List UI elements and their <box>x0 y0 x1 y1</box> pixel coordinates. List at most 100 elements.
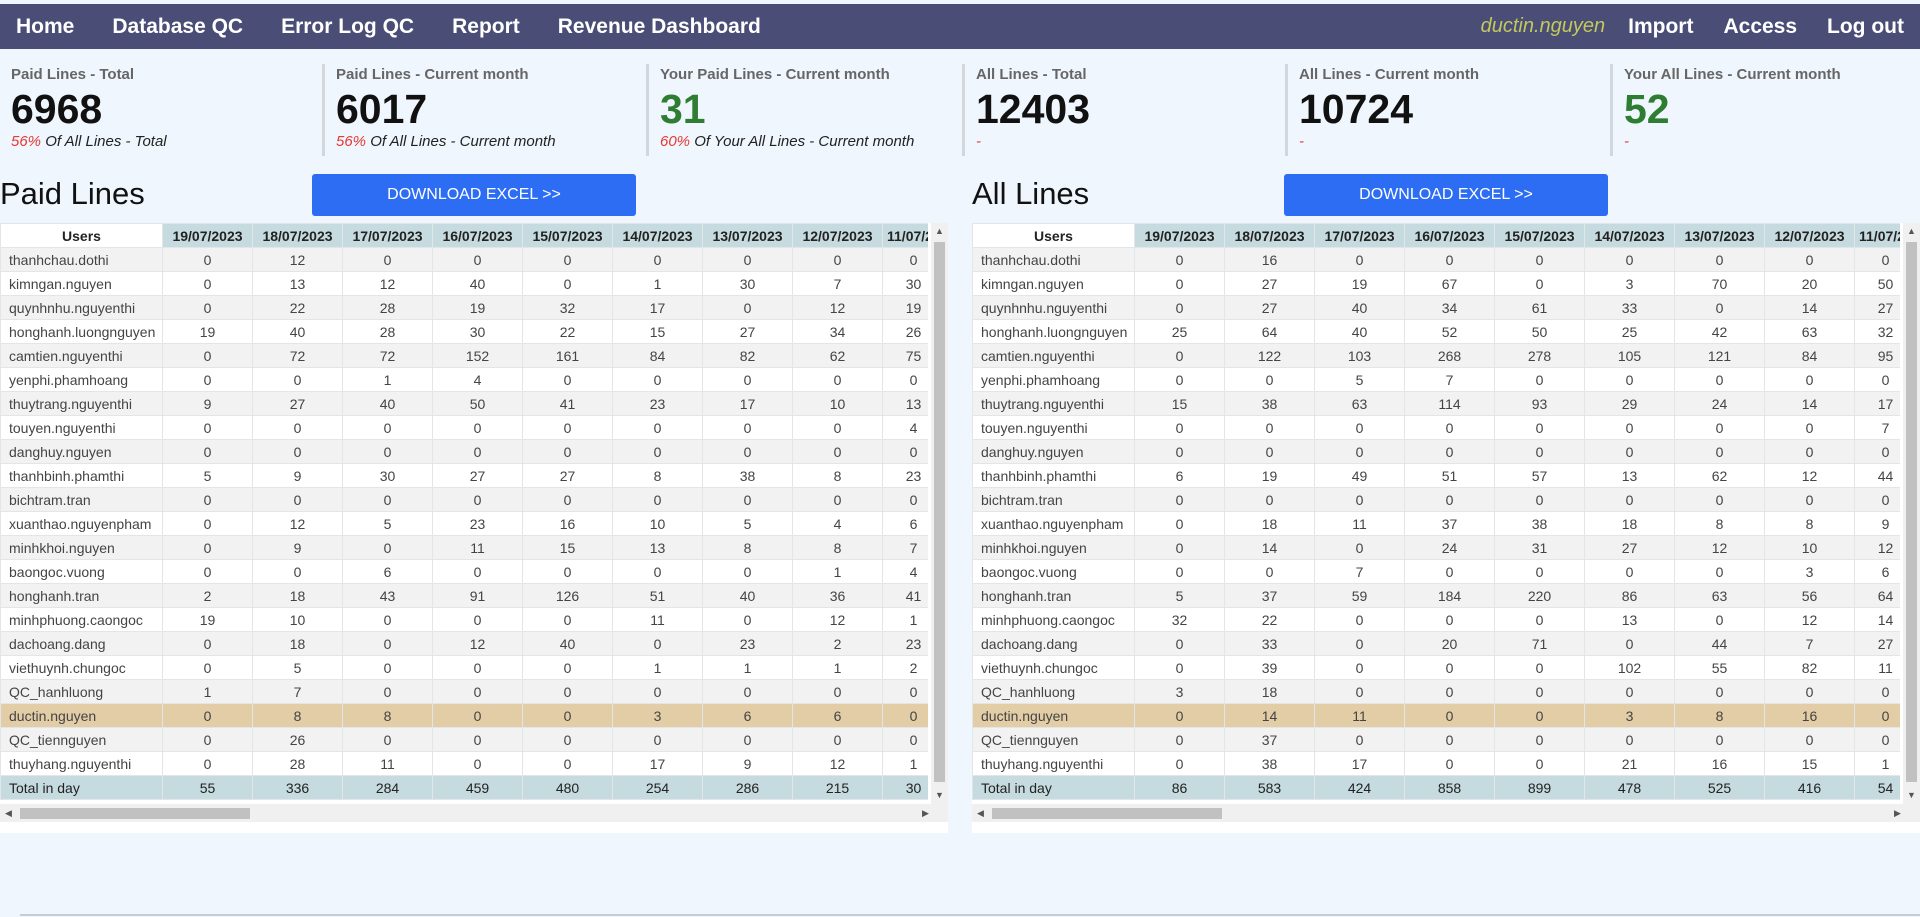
column-header-date[interactable]: 15/07/2023 <box>522 223 613 248</box>
table-row[interactable]: minhphuong.caongoc 32 22 0 0 0 13 0 12 14 <box>972 607 1900 632</box>
nav-report[interactable]: Report <box>452 15 520 39</box>
user-cell: yenphi.phamhoang <box>0 367 163 392</box>
nav-home[interactable]: Home <box>16 15 74 39</box>
column-header-date[interactable]: 16/07/2023 <box>432 223 523 248</box>
table-row[interactable]: thuyhang.nguyenthi 0 28 11 0 0 17 9 12 1 <box>0 751 928 776</box>
scroll-down-icon[interactable]: ▼ <box>1903 787 1920 804</box>
scroll-up-icon[interactable]: ▲ <box>1903 223 1920 240</box>
column-header-date[interactable]: 11/07/2023 <box>1854 223 1900 248</box>
table-row[interactable]: quynhnhu.nguyenthi 0 27 40 34 61 33 0 14 27 <box>972 295 1900 320</box>
scroll-up-icon[interactable]: ▲ <box>931 223 948 240</box>
column-header-date[interactable]: 14/07/2023 <box>612 223 703 248</box>
scroll-left-icon[interactable]: ◀ <box>972 804 989 822</box>
table-row[interactable]: honghanh.luongnguyen 25 64 40 52 50 25 42 63 32 <box>972 319 1900 344</box>
table-row[interactable]: honghanh.tran 2 18 43 91 126 51 40 36 41 <box>0 583 928 608</box>
nav-database-qc[interactable]: Database QC <box>112 15 243 39</box>
nav-access[interactable]: Access <box>1723 15 1797 39</box>
value-cell: 17 <box>702 391 793 416</box>
value-cell: 72 <box>342 343 433 368</box>
all-horizontal-scrollbar[interactable]: ◀ ▶ <box>972 804 1920 822</box>
nav-import[interactable]: Import <box>1628 15 1693 39</box>
table-row[interactable]: QC_hanhluong 3 18 0 0 0 0 0 0 0 <box>972 679 1900 704</box>
column-header-date[interactable]: 18/07/2023 <box>252 223 343 248</box>
column-header-users[interactable]: Users <box>972 223 1135 248</box>
table-row[interactable]: thanhchau.dothi 0 12 0 0 0 0 0 0 0 <box>0 247 928 272</box>
value-cell: 0 <box>432 703 523 728</box>
table-row[interactable]: yenphi.phamhoang 0 0 5 7 0 0 0 0 0 <box>972 367 1900 392</box>
value-cell: 0 <box>1494 271 1585 296</box>
table-row[interactable]: QC_tiennguyen 0 37 0 0 0 0 0 0 0 <box>972 727 1900 752</box>
column-header-date[interactable]: 12/07/2023 <box>792 223 883 248</box>
table-row[interactable]: kimngan.nguyen 0 27 19 67 0 3 70 20 50 <box>972 271 1900 296</box>
column-header-users[interactable]: Users <box>0 223 163 248</box>
table-row[interactable]: danghuy.nguyen 0 0 0 0 0 0 0 0 0 <box>972 439 1900 464</box>
paid-horizontal-scrollbar[interactable]: ◀ ▶ <box>0 804 948 822</box>
table-row[interactable]: QC_hanhluong 1 7 0 0 0 0 0 0 0 <box>0 679 928 704</box>
table-row[interactable]: baongoc.vuong 0 0 7 0 0 0 0 3 6 <box>972 559 1900 584</box>
table-row[interactable]: camtien.nguyenthi 0 72 72 152 161 84 82 62 75 <box>0 343 928 368</box>
table-row[interactable]: thanhbinh.phamthi 5 9 30 27 27 8 38 8 23 <box>0 463 928 488</box>
table-row[interactable]: thuytrang.nguyenthi 15 38 63 114 93 29 24 14 17 <box>972 391 1900 416</box>
scroll-thumb[interactable] <box>934 242 945 782</box>
table-row[interactable]: yenphi.phamhoang 0 0 1 4 0 0 0 0 0 <box>0 367 928 392</box>
table-row[interactable]: xuanthao.nguyenpham 0 18 11 37 38 18 8 8 9 <box>972 511 1900 536</box>
column-header-date[interactable]: 14/07/2023 <box>1584 223 1675 248</box>
table-row[interactable]: minhkhoi.nguyen 0 14 0 24 31 27 12 10 12 <box>972 535 1900 560</box>
table-row[interactable]: bichtram.tran 0 0 0 0 0 0 0 0 0 <box>972 487 1900 512</box>
nav-revenue-dashboard[interactable]: Revenue Dashboard <box>558 15 761 39</box>
table-row[interactable]: ductin.nguyen 0 14 11 0 0 3 8 16 0 <box>972 703 1900 728</box>
table-row[interactable]: honghanh.tran 5 37 59 184 220 86 63 56 64 <box>972 583 1900 608</box>
scroll-left-icon[interactable]: ◀ <box>0 804 17 822</box>
paid-download-excel-button[interactable]: DOWNLOAD EXCEL >> <box>312 174 636 216</box>
value-cell: 0 <box>432 439 523 464</box>
all-vertical-scrollbar[interactable]: ▲ ▼ <box>1903 223 1920 804</box>
scroll-thumb[interactable] <box>1906 242 1917 782</box>
nav-log-out[interactable]: Log out <box>1827 15 1904 39</box>
table-row[interactable]: dachoang.dang 0 33 0 20 71 0 44 7 27 <box>972 631 1900 656</box>
table-row[interactable]: thanhchau.dothi 0 16 0 0 0 0 0 0 0 <box>972 247 1900 272</box>
column-header-date[interactable]: 17/07/2023 <box>1314 223 1405 248</box>
nav-error-log-qc[interactable]: Error Log QC <box>281 15 414 39</box>
column-header-date[interactable]: 13/07/2023 <box>702 223 793 248</box>
table-row[interactable]: minhphuong.caongoc 19 10 0 0 0 11 0 12 1 <box>0 607 928 632</box>
table-row[interactable]: ductin.nguyen 0 8 8 0 0 3 6 6 0 <box>0 703 928 728</box>
column-header-date[interactable]: 19/07/2023 <box>1134 223 1225 248</box>
table-row[interactable]: dachoang.dang 0 18 0 12 40 0 23 2 23 <box>0 631 928 656</box>
table-row[interactable]: thuyhang.nguyenthi 0 38 17 0 0 21 16 15 1 <box>972 751 1900 776</box>
scroll-down-icon[interactable]: ▼ <box>931 787 948 804</box>
scroll-thumb[interactable] <box>20 808 250 819</box>
table-row[interactable]: touyen.nguyenthi 0 0 0 0 0 0 0 0 7 <box>972 415 1900 440</box>
table-row[interactable]: camtien.nguyenthi 0 122 103 268 278 105 121 84 95 <box>972 343 1900 368</box>
table-row[interactable]: danghuy.nguyen 0 0 0 0 0 0 0 0 0 <box>0 439 928 464</box>
table-row[interactable]: quynhnhu.nguyenthi 0 22 28 19 32 17 0 12 19 <box>0 295 928 320</box>
paid-vertical-scrollbar[interactable]: ▲ ▼ <box>931 223 948 804</box>
table-row[interactable]: xuanthao.nguyenpham 0 12 5 23 16 10 5 4 6 <box>0 511 928 536</box>
table-body: thanhchau.dothi 0 16 0 0 0 0 0 0 0 kimngan.nguyen 0… <box>972 247 1900 776</box>
column-header-date[interactable]: 15/07/2023 <box>1494 223 1585 248</box>
column-header-date[interactable]: 19/07/2023 <box>162 223 253 248</box>
table-row[interactable]: QC_tiennguyen 0 26 0 0 0 0 0 0 0 <box>0 727 928 752</box>
table-row[interactable]: thuytrang.nguyenthi 9 27 40 50 41 23 17 10 13 <box>0 391 928 416</box>
value-cell: 0 <box>342 487 433 512</box>
all-download-excel-button[interactable]: DOWNLOAD EXCEL >> <box>1284 174 1608 216</box>
table-row[interactable]: honghanh.luongnguyen 19 40 28 30 22 15 27 34 26 <box>0 319 928 344</box>
value-cell: 0 <box>342 439 433 464</box>
table-row[interactable]: viethuynh.chungoc 0 39 0 0 0 102 55 82 11 <box>972 655 1900 680</box>
table-row[interactable]: viethuynh.chungoc 0 5 0 0 0 1 1 1 2 <box>0 655 928 680</box>
scroll-thumb[interactable] <box>992 808 1222 819</box>
table-row[interactable]: baongoc.vuong 0 0 6 0 0 0 0 1 4 <box>0 559 928 584</box>
scroll-right-icon[interactable]: ▶ <box>1889 804 1906 822</box>
table-row[interactable]: thanhbinh.phamthi 6 19 49 51 57 13 62 12 44 <box>972 463 1900 488</box>
table-row[interactable]: minhkhoi.nguyen 0 9 0 11 15 13 8 8 7 <box>0 535 928 560</box>
column-header-date[interactable]: 16/07/2023 <box>1404 223 1495 248</box>
column-header-date[interactable]: 13/07/2023 <box>1674 223 1765 248</box>
column-header-date[interactable]: 17/07/2023 <box>342 223 433 248</box>
column-header-date[interactable]: 11/07/2023 <box>882 223 928 248</box>
table-row[interactable]: kimngan.nguyen 0 13 12 40 0 1 30 7 30 <box>0 271 928 296</box>
scroll-right-icon[interactable]: ▶ <box>917 804 934 822</box>
column-header-date[interactable]: 18/07/2023 <box>1224 223 1315 248</box>
value-cell: 0 <box>162 487 253 512</box>
table-row[interactable]: bichtram.tran 0 0 0 0 0 0 0 0 0 <box>0 487 928 512</box>
table-row[interactable]: touyen.nguyenthi 0 0 0 0 0 0 0 0 4 <box>0 415 928 440</box>
column-header-date[interactable]: 12/07/2023 <box>1764 223 1855 248</box>
